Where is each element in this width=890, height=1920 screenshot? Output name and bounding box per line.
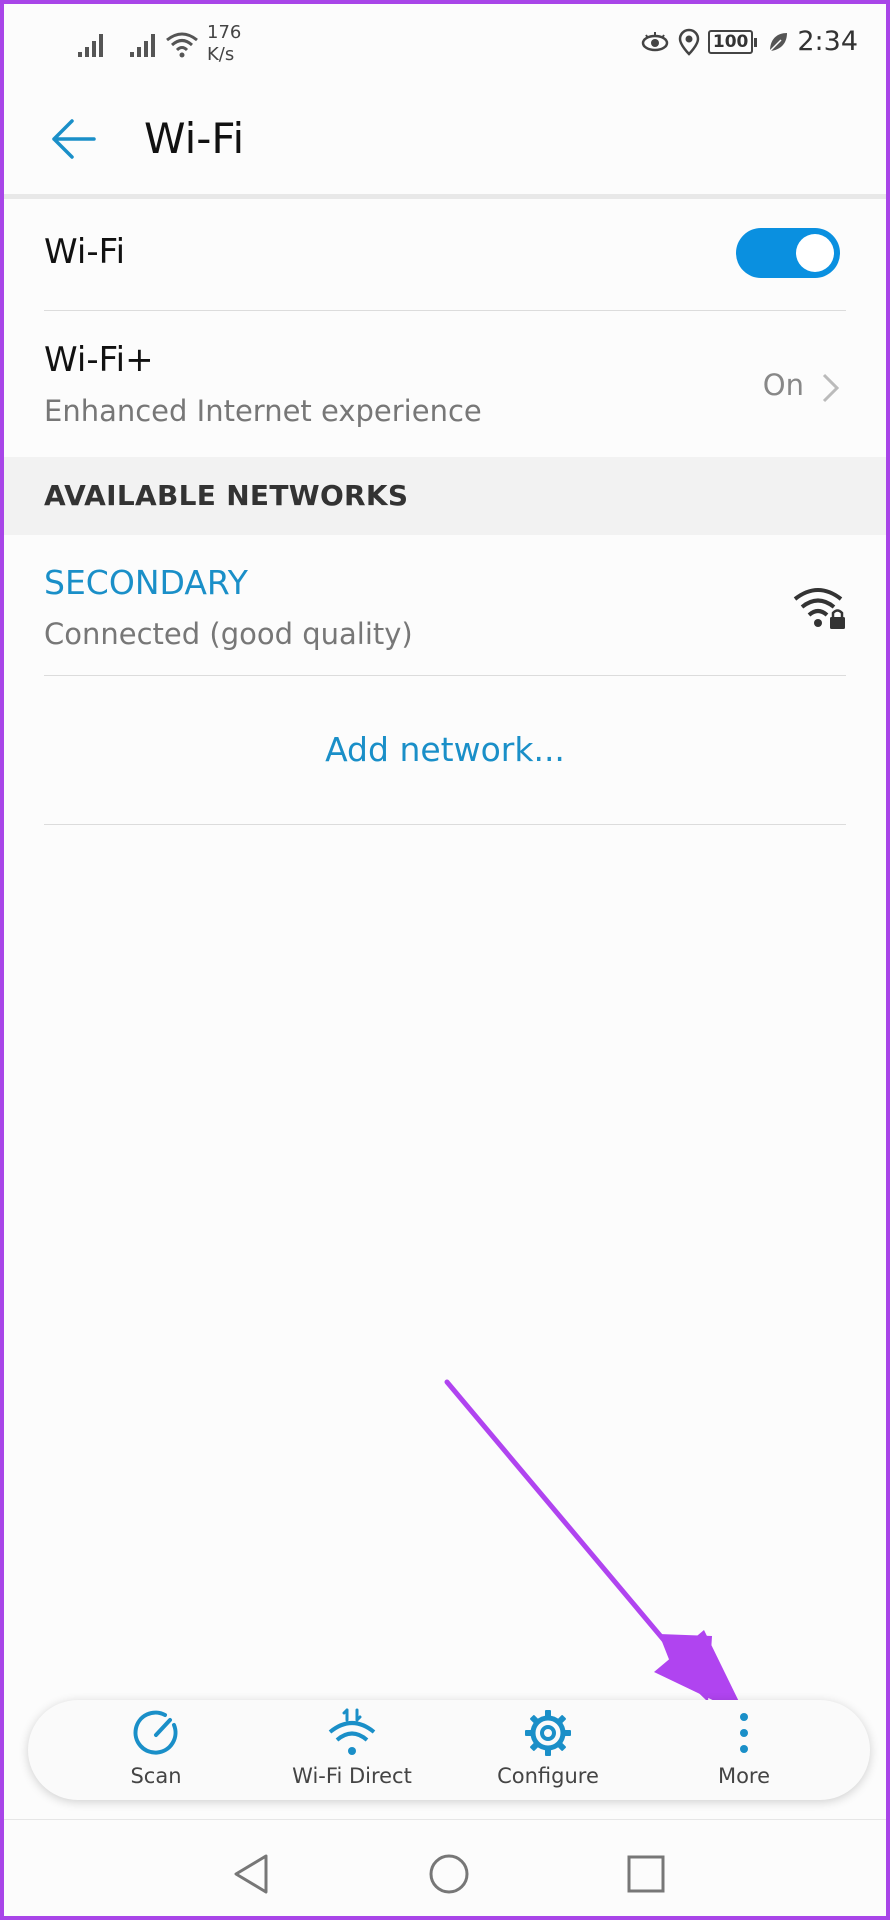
add-network-button[interactable]: Add network... bbox=[4, 676, 886, 824]
more-vertical-icon bbox=[740, 1713, 748, 1753]
wifi-direct-label: Wi-Fi Direct bbox=[292, 1764, 412, 1788]
cell-signal-icon bbox=[78, 34, 103, 57]
configure-button[interactable]: Configure bbox=[450, 1700, 646, 1800]
network-ssid: SECONDARY bbox=[44, 563, 248, 602]
back-arrow-icon[interactable] bbox=[48, 114, 98, 164]
app-bar: Wi-Fi bbox=[4, 84, 886, 199]
power-saving-leaf-icon bbox=[769, 32, 788, 52]
network-item-secondary[interactable]: SECONDARY Connected (good quality) bbox=[4, 535, 886, 675]
gear-icon bbox=[525, 1710, 571, 1756]
nav-recents-icon[interactable] bbox=[624, 1852, 668, 1896]
eye-comfort-icon bbox=[641, 31, 669, 51]
bottom-action-bar: Scan Wi-Fi Direct Configure More bbox=[28, 1700, 870, 1800]
nav-back-icon[interactable] bbox=[230, 1852, 274, 1896]
configure-label: Configure bbox=[497, 1764, 599, 1788]
more-label: More bbox=[717, 1764, 771, 1788]
section-title: AVAILABLE NETWORKS bbox=[44, 479, 409, 512]
cell-signal-icon-2 bbox=[130, 34, 155, 57]
wifi-plus-row[interactable]: Wi-Fi+ Enhanced Internet experience On bbox=[4, 312, 886, 457]
wifi-status-icon bbox=[166, 32, 198, 58]
system-nav-bar bbox=[4, 1819, 886, 1916]
status-right: 100 2:34 bbox=[640, 26, 858, 57]
wifi-plus-subtitle: Enhanced Internet experience bbox=[44, 394, 482, 428]
network-status: Connected (good quality) bbox=[44, 617, 413, 651]
toggle-knob bbox=[796, 234, 834, 272]
scan-label: Scan bbox=[130, 1764, 182, 1788]
more-button[interactable]: More bbox=[646, 1700, 842, 1800]
wifi-plus-label: Wi-Fi+ bbox=[44, 340, 154, 380]
wifi-direct-icon bbox=[328, 1708, 376, 1755]
network-speed: 176 K/s bbox=[207, 22, 242, 65]
location-icon bbox=[678, 28, 700, 56]
scan-button[interactable]: Scan bbox=[58, 1700, 254, 1800]
wifi-toggle-switch[interactable] bbox=[736, 228, 840, 278]
nav-home-icon[interactable] bbox=[427, 1852, 471, 1896]
page-title: Wi-Fi bbox=[144, 114, 245, 163]
wifi-lock-icon bbox=[793, 588, 845, 629]
appbar-divider bbox=[4, 194, 886, 199]
screen-frame: 176 K/s 100 2:34 Wi-Fi Wi-Fi Wi-Fi+ Enha… bbox=[0, 0, 890, 1920]
divider bbox=[44, 824, 846, 825]
wifi-direct-button[interactable]: Wi-Fi Direct bbox=[254, 1700, 450, 1800]
available-networks-header: AVAILABLE NETWORKS bbox=[4, 457, 886, 535]
wifi-plus-value: On bbox=[762, 368, 804, 402]
scan-icon bbox=[133, 1710, 178, 1755]
wifi-toggle-row[interactable]: Wi-Fi bbox=[4, 200, 886, 310]
clock: 2:34 bbox=[797, 26, 858, 57]
chevron-right-icon bbox=[822, 373, 840, 403]
divider bbox=[44, 310, 846, 311]
battery-indicator: 100 bbox=[707, 29, 757, 54]
wifi-toggle-label: Wi-Fi bbox=[44, 232, 126, 272]
status-bar: 176 K/s 100 2:34 bbox=[4, 4, 886, 84]
